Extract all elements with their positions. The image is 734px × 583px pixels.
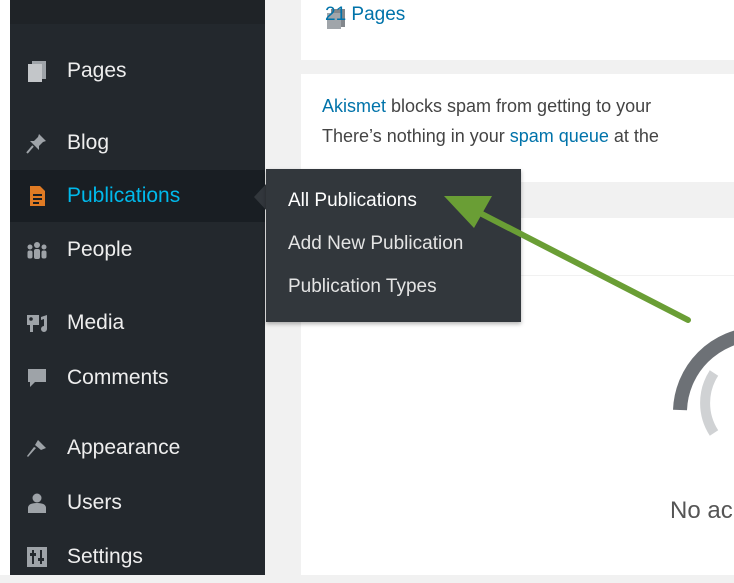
- publications-submenu: All Publications Add New Publication Pub…: [266, 169, 521, 322]
- sidebar-item-appearance[interactable]: Appearance: [10, 422, 265, 474]
- sidebar-item-label: Blog: [67, 131, 110, 154]
- pages-count-link[interactable]: 21 Pages: [325, 4, 405, 26]
- sidebar-item-label: Comments: [67, 366, 169, 389]
- sidebar-item-label: People: [67, 238, 133, 261]
- user-icon: [28, 493, 46, 513]
- akismet-notice-line-2: There’s nothing in your spam queue at th…: [322, 126, 659, 146]
- settings-icon: [27, 547, 47, 567]
- document-icon: [30, 186, 45, 206]
- akismet-notice-line-1: Akismet blocks spam from getting to your: [322, 96, 652, 116]
- pages-icon: [28, 61, 46, 82]
- sidebar-item-label: Users: [67, 491, 122, 514]
- sidebar-item-pages[interactable]: Pages: [10, 45, 265, 97]
- brush-icon: [27, 440, 46, 457]
- sidebar-item-people[interactable]: People: [10, 224, 265, 276]
- akismet-link[interactable]: Akismet: [322, 96, 386, 116]
- sidebar-item-label: Media: [67, 311, 125, 334]
- sidebar-item-users[interactable]: Users: [10, 477, 265, 529]
- sidebar-item-label: Settings: [67, 545, 143, 568]
- sidebar-item-publications[interactable]: Publications: [10, 170, 265, 222]
- submenu-item-all-publications[interactable]: All Publications: [288, 190, 417, 212]
- spam-queue-link[interactable]: spam queue: [510, 126, 609, 146]
- pin-icon: [26, 134, 46, 154]
- sidebar-item-comments[interactable]: Comments: [10, 352, 265, 404]
- sidebar-item-label: Publications: [67, 184, 181, 207]
- sidebar-item-blog[interactable]: Blog: [10, 117, 265, 169]
- sidebar-item-label: Pages: [67, 59, 127, 82]
- sidebar-top-band: [10, 0, 265, 24]
- media-icon: [27, 315, 47, 332]
- sidebar-item-media[interactable]: Media: [10, 297, 265, 349]
- comment-icon: [28, 369, 46, 387]
- submenu-item-add-new-publication[interactable]: Add New Publication: [288, 233, 463, 255]
- sidebar-item-settings[interactable]: Settings: [10, 531, 265, 583]
- window-edge: [0, 0, 10, 575]
- no-activity-text: No ac: [670, 497, 733, 524]
- sidebar-item-label: Appearance: [67, 436, 181, 459]
- submenu-item-publication-types[interactable]: Publication Types: [288, 276, 437, 298]
- people-icon: [27, 242, 47, 259]
